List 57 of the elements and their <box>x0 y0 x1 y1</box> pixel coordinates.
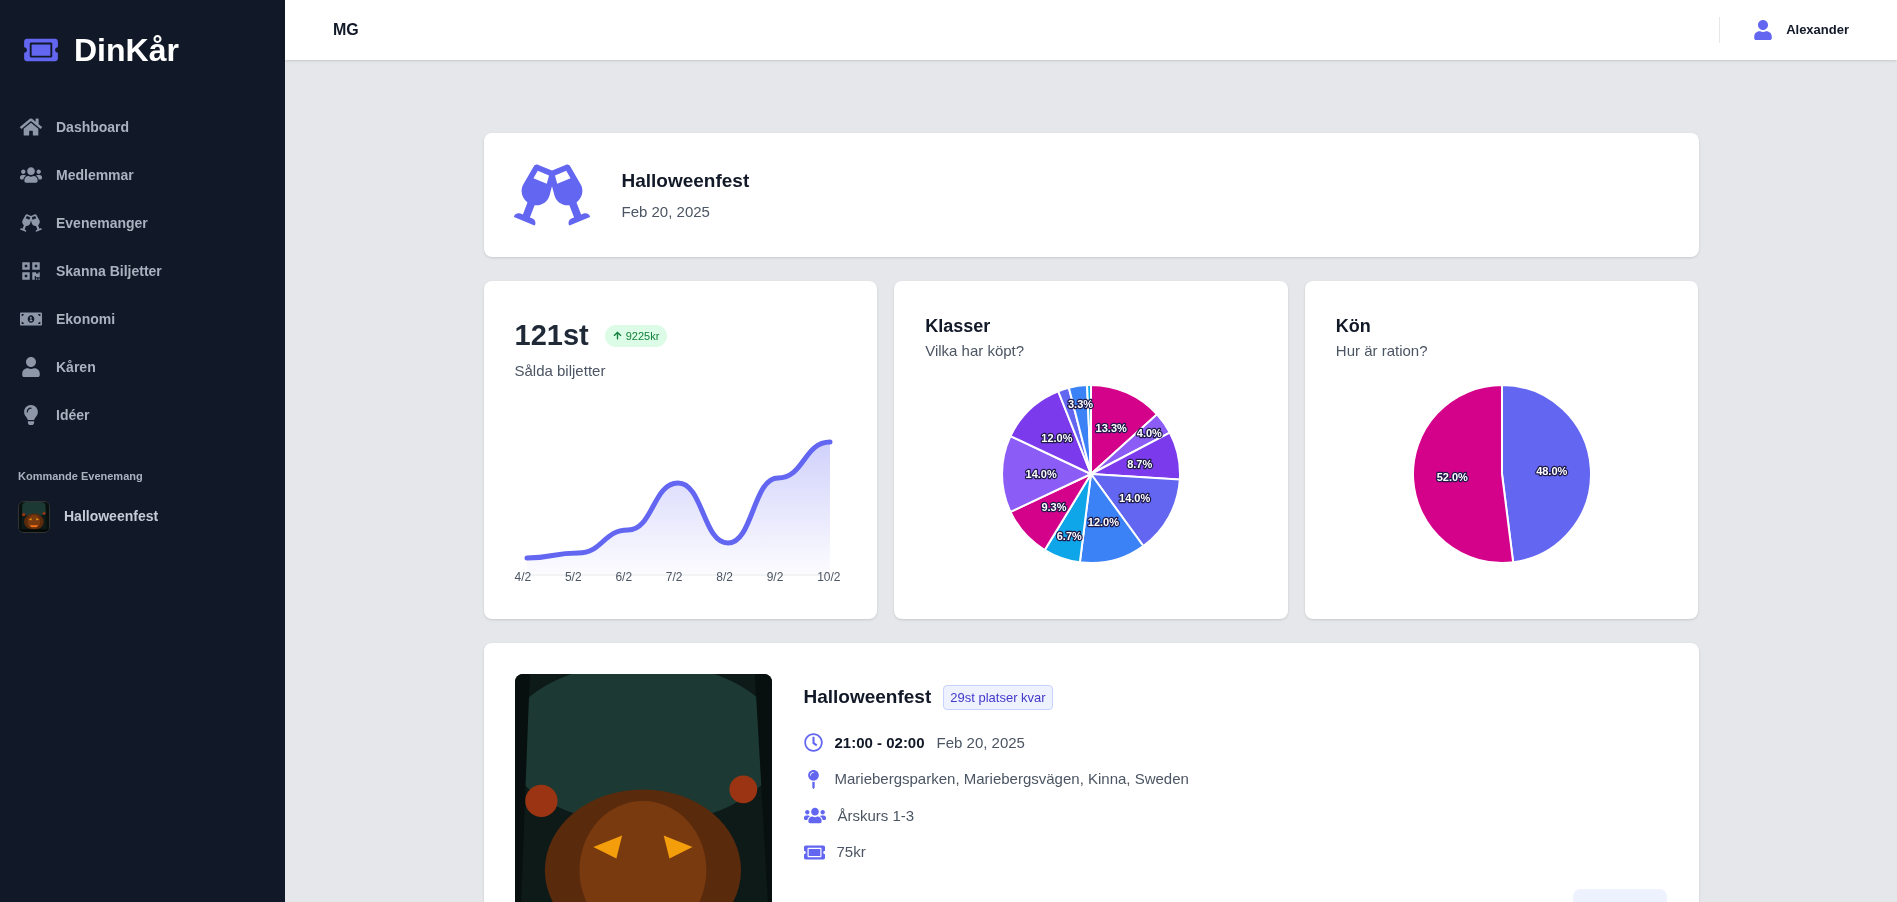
nav-item[interactable]: Skanna Biljetter <box>18 256 267 286</box>
user-name[interactable]: Alexander <box>1786 20 1849 40</box>
slice-label: 9.3% <box>1041 500 1067 513</box>
event-link[interactable]: Halloweenfest <box>18 500 267 533</box>
user-icon <box>1754 20 1773 40</box>
slice-label: 52.0% <box>1436 470 1468 483</box>
slice-label: 48.0% <box>1535 464 1567 477</box>
slice-label: 6.7% <box>1056 529 1082 542</box>
users-icon <box>20 165 42 185</box>
axis-label: 9/2 <box>766 569 784 586</box>
slice-label: 8.7% <box>1127 457 1153 470</box>
nav-item[interactable]: Ekonomi <box>18 304 267 334</box>
axis-label: 5/2 <box>564 569 582 586</box>
axis-label: 7/2 <box>665 569 683 586</box>
event-location: Mariebergsparken, Mariebergsvägen, Kinna, Sweden <box>834 769 1189 789</box>
chart-title: Klasser <box>925 315 992 338</box>
event-title: Halloweenfest <box>803 685 932 709</box>
event-time: 21:00 - 02:00 <box>834 732 925 753</box>
qr-code-icon <box>20 261 42 281</box>
event-title: Halloweenfest <box>621 168 750 193</box>
sales-subtitle: Sålda biljetter <box>514 360 607 381</box>
cheers-icon <box>20 213 42 233</box>
cheers-icon <box>513 164 590 226</box>
slice-label: 12.0% <box>1087 515 1119 528</box>
slice-label: 14.0% <box>1025 467 1057 480</box>
event-audience: Årskurs 1-3 <box>837 805 915 826</box>
chart-subtitle: Vilka har köpt? <box>925 341 1026 361</box>
event-date: Feb 20, 2025 <box>936 732 1025 753</box>
user-icon <box>20 357 42 377</box>
home-icon <box>20 117 42 137</box>
sold-count: 121st <box>514 318 589 353</box>
chart-title: Kön <box>1335 315 1372 338</box>
axis-label: 8/2 <box>716 569 733 586</box>
slice-label: 14.0% <box>1119 491 1151 504</box>
revenue-badge: 9225kr <box>604 324 668 347</box>
arrow-up-icon <box>612 331 622 341</box>
event-price: 75kr <box>836 842 866 862</box>
axis-label: 4/2 <box>514 569 532 586</box>
slice-label: 13.3% <box>1095 421 1127 434</box>
nav-item[interactable]: Dashboard <box>18 112 267 142</box>
org-name: MG <box>333 20 359 40</box>
event-date: Feb 20, 2025 <box>621 202 711 222</box>
nav-item[interactable]: Medlemmar <box>18 160 267 190</box>
section-title: Kommande Evenemang <box>18 469 144 484</box>
nav-item[interactable]: Evenemanger <box>18 208 267 238</box>
app-logo: DinKår <box>74 31 179 70</box>
clock-icon <box>803 733 823 753</box>
nav-item[interactable]: Kåren <box>18 352 267 382</box>
nav-item[interactable]: Idéer <box>18 400 267 430</box>
seats-badge: 29st platser kvar <box>943 684 1053 710</box>
chart-subtitle: Hur är ration? <box>1335 341 1429 361</box>
money-icon <box>20 309 42 329</box>
users-icon <box>803 806 826 826</box>
axis-label: 6/2 <box>615 569 633 586</box>
axis-label: 10/2 <box>817 569 841 586</box>
slice-label: 12.0% <box>1041 431 1073 444</box>
slice-label: 4.0% <box>1136 426 1162 439</box>
